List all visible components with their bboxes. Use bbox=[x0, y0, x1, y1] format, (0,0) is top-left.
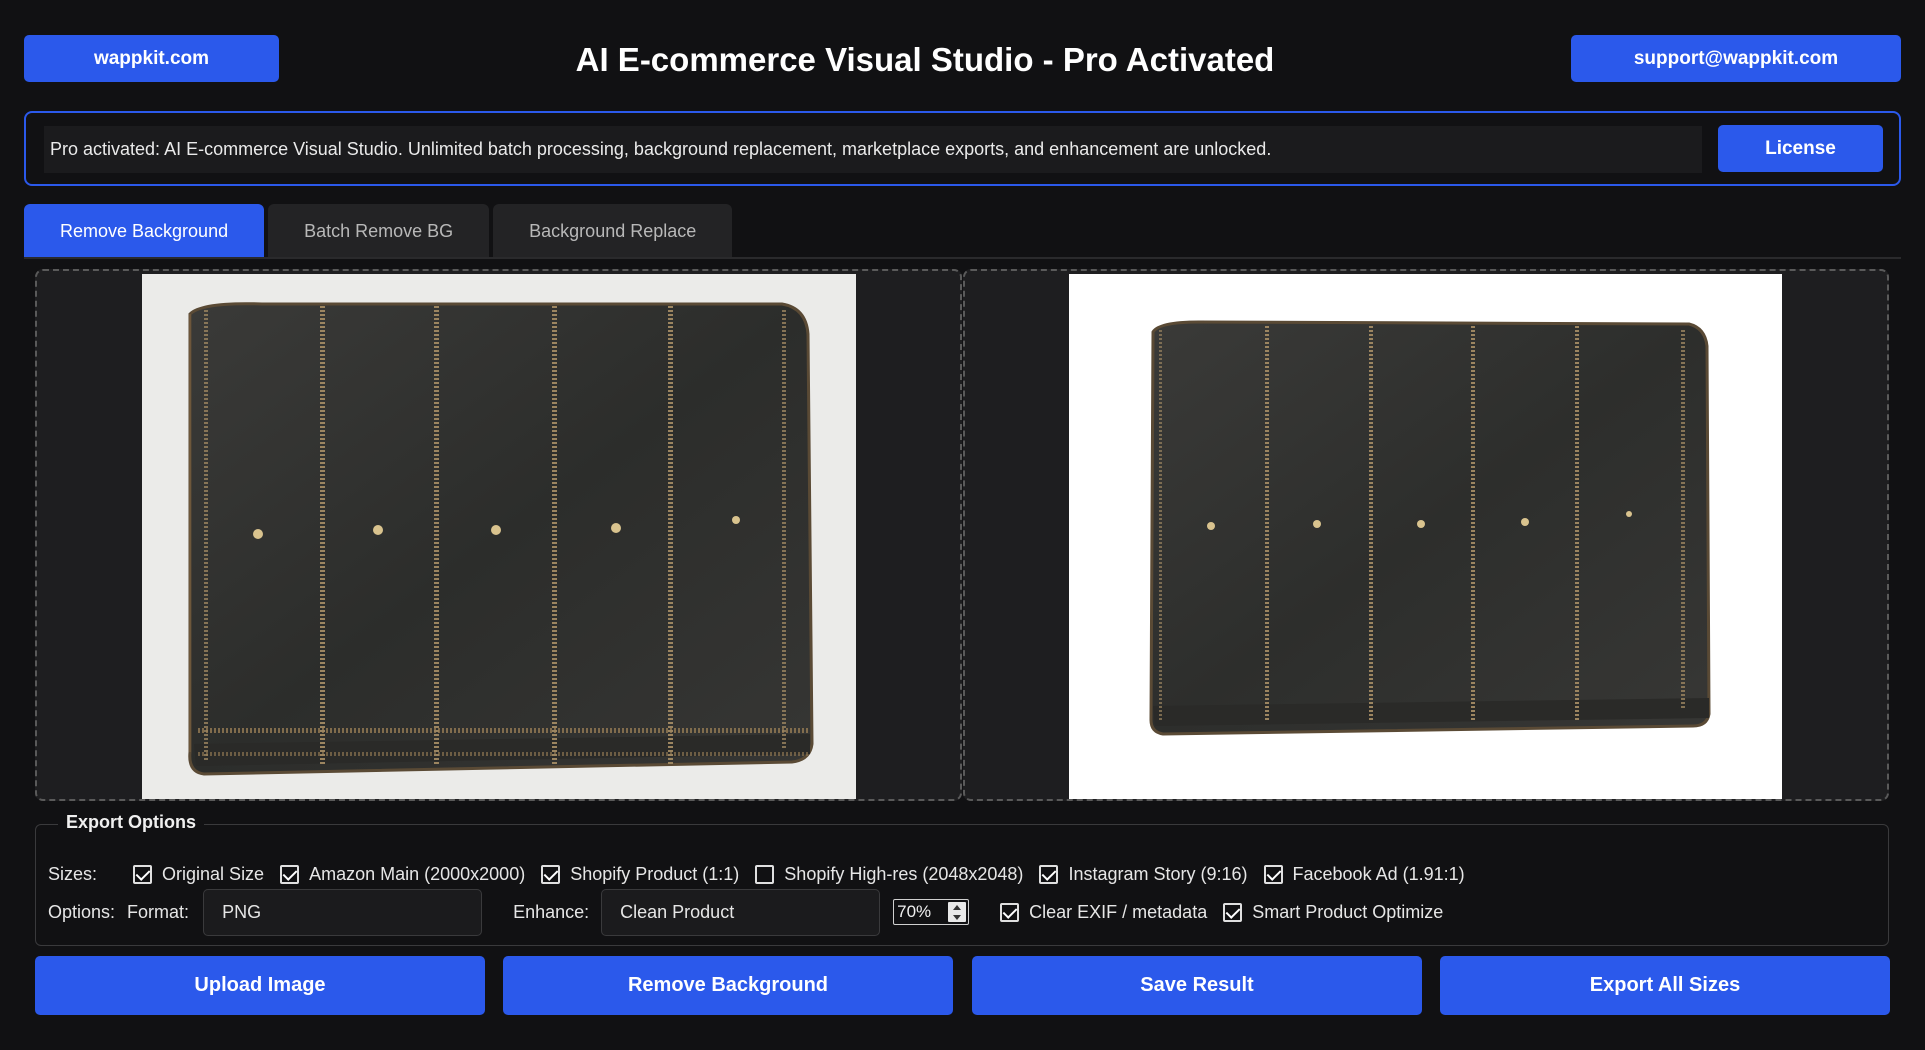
original-image-dropzone[interactable] bbox=[35, 269, 962, 801]
tab-divider bbox=[24, 257, 1901, 259]
upload-image-button[interactable]: Upload Image bbox=[35, 956, 485, 1015]
mode-tabs: Remove Background Batch Remove BG Backgr… bbox=[24, 204, 733, 258]
result-image-preview[interactable] bbox=[963, 269, 1889, 801]
tab-background-replace[interactable]: Background Replace bbox=[493, 204, 733, 258]
original-image bbox=[142, 274, 856, 799]
checkbox-checked-icon[interactable] bbox=[133, 864, 153, 884]
size-original-checkbox[interactable]: Original Size bbox=[133, 864, 264, 885]
wallet-photo-original bbox=[142, 274, 856, 799]
clear-exif-label: Clear EXIF / metadata bbox=[1029, 901, 1208, 922]
size-amazon-main-checkbox[interactable]: Amazon Main (2000x2000) bbox=[280, 864, 525, 885]
export-all-sizes-button[interactable]: Export All Sizes bbox=[1440, 956, 1890, 1015]
size-amazon-main-label: Amazon Main (2000x2000) bbox=[309, 863, 526, 884]
clear-exif-checkbox[interactable]: Clear EXIF / metadata bbox=[1000, 902, 1207, 923]
size-instagram-story-checkbox[interactable]: Instagram Story (9:16) bbox=[1039, 863, 1248, 885]
spinner-arrows-icon[interactable] bbox=[948, 902, 967, 922]
pro-status-message: Pro activated: AI E-commerce Visual Stud… bbox=[44, 126, 1702, 173]
wallet-photo-result bbox=[1069, 274, 1782, 799]
sizes-row: Sizes: Original Size Amazon Main (2000x2… bbox=[48, 859, 1481, 889]
website-link-button[interactable]: wappkit.com bbox=[24, 35, 279, 82]
enhance-label: Enhance: bbox=[513, 901, 590, 922]
checkbox-checked-icon[interactable] bbox=[1000, 902, 1020, 922]
checkbox-checked-icon[interactable] bbox=[280, 864, 300, 884]
enhance-strength-spinbox[interactable]: 70% bbox=[893, 899, 970, 925]
size-original-label: Original Size bbox=[162, 863, 265, 884]
format-label: Format: bbox=[127, 901, 190, 922]
options-row: Options: Format: PNG Enhance: Clean Prod… bbox=[48, 888, 1459, 936]
app-title: AI E-commerce Visual Studio - Pro Activa… bbox=[575, 41, 1275, 78]
checkbox-checked-icon[interactable] bbox=[1263, 864, 1283, 884]
size-shopify-product-label: Shopify Product (1:1) bbox=[570, 863, 740, 884]
checkbox-checked-icon[interactable] bbox=[1223, 902, 1243, 922]
export-options-panel: Export Options Sizes: Original Size Amaz… bbox=[35, 812, 1889, 946]
size-facebook-ad-label: Facebook Ad (1.91:1) bbox=[1292, 863, 1465, 884]
enhance-select[interactable]: Clean Product bbox=[601, 888, 881, 936]
arrow-up-icon[interactable] bbox=[953, 904, 962, 910]
result-image bbox=[1069, 274, 1782, 799]
size-shopify-highres-checkbox[interactable]: Shopify High-res (2048x2048) bbox=[755, 864, 1023, 885]
enhance-strength-value[interactable]: 70% bbox=[894, 902, 931, 922]
smart-optimize-checkbox[interactable]: Smart Product Optimize bbox=[1223, 902, 1443, 923]
save-result-button[interactable]: Save Result bbox=[972, 956, 1422, 1015]
sizes-label: Sizes: bbox=[48, 863, 98, 884]
size-facebook-ad-checkbox[interactable]: Facebook Ad (1.91:1) bbox=[1263, 863, 1465, 885]
remove-background-button[interactable]: Remove Background bbox=[503, 956, 953, 1015]
pro-status-banner: Pro activated: AI E-commerce Visual Stud… bbox=[24, 111, 1901, 186]
tab-remove-background[interactable]: Remove Background bbox=[24, 204, 265, 258]
export-options-legend: Export Options bbox=[58, 812, 204, 833]
arrow-down-icon[interactable] bbox=[953, 914, 962, 920]
checkbox-checked-icon[interactable] bbox=[1039, 864, 1059, 884]
support-email-button[interactable]: support@wappkit.com bbox=[1571, 35, 1901, 82]
checkbox-unchecked-icon[interactable] bbox=[755, 864, 775, 884]
size-shopify-highres-label: Shopify High-res (2048x2048) bbox=[784, 863, 1024, 884]
tab-batch-remove-bg[interactable]: Batch Remove BG bbox=[268, 204, 490, 258]
checkbox-checked-icon[interactable] bbox=[541, 864, 561, 884]
options-label: Options: bbox=[48, 901, 116, 922]
format-select[interactable]: PNG bbox=[203, 888, 483, 936]
size-shopify-product-checkbox[interactable]: Shopify Product (1:1) bbox=[541, 864, 739, 885]
smart-optimize-label: Smart Product Optimize bbox=[1252, 901, 1444, 922]
license-button[interactable]: License bbox=[1718, 125, 1883, 172]
size-instagram-story-label: Instagram Story (9:16) bbox=[1068, 863, 1248, 884]
